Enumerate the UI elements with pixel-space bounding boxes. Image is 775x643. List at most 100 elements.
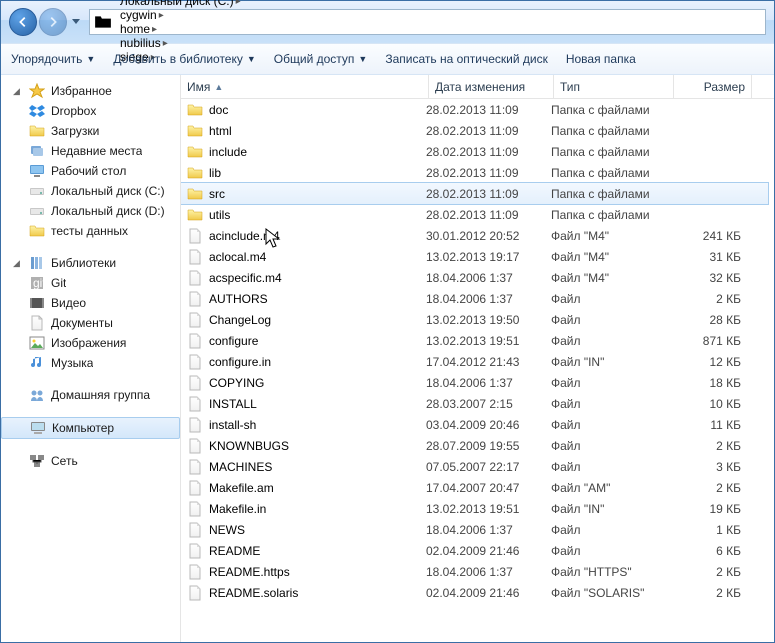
col-size[interactable]: Размер	[674, 75, 752, 98]
file-row[interactable]: install-sh03.04.2009 20:46Файл11 КБ	[181, 414, 768, 435]
sidebar-item[interactable]: Локальный диск (D:)	[1, 201, 180, 221]
forward-button[interactable]	[39, 8, 67, 36]
file-type: Папка с файлами	[551, 166, 671, 180]
file-date: 13.02.2013 19:17	[426, 250, 551, 264]
folder-icon	[187, 144, 203, 160]
file-type: Папка с файлами	[551, 145, 671, 159]
file-icon	[187, 333, 203, 349]
crumb[interactable]: home ▸	[116, 22, 245, 36]
crumb[interactable]: cygwin ▸	[116, 8, 245, 22]
col-date[interactable]: Дата изменения	[429, 75, 554, 98]
file-row[interactable]: src28.02.2013 11:09Папка с файлами	[181, 183, 768, 204]
sidebar-item[interactable]: тесты данных	[1, 221, 180, 241]
sidebar: ◢ИзбранноеDropboxЗагрузкиНедавние местаР…	[1, 75, 181, 642]
address-bar[interactable]: Компьютер ▸Локальный диск (C:) ▸cygwin ▸…	[89, 9, 766, 35]
file-name: Makefile.am	[209, 481, 274, 495]
sidebar-group[interactable]: Сеть	[1, 451, 180, 471]
file-size: 871 КБ	[671, 334, 749, 348]
sidebar-group[interactable]: Домашняя группа	[1, 385, 180, 405]
file-size: 19 КБ	[671, 502, 749, 516]
file-icon	[187, 354, 203, 370]
sidebar-item[interactable]: Недавние места	[1, 141, 180, 161]
file-type: Файл "SOLARIS"	[551, 586, 671, 600]
nav-history-drop[interactable]	[69, 8, 83, 36]
file-icon	[187, 249, 203, 265]
new-folder-button[interactable]: Новая папка	[566, 52, 636, 66]
file-row[interactable]: NEWS18.04.2006 1:37Файл1 КБ	[181, 519, 768, 540]
sidebar-item[interactable]: Музыка	[1, 353, 180, 373]
file-row[interactable]: include28.02.2013 11:09Папка с файлами	[181, 141, 768, 162]
file-row[interactable]: Makefile.in13.02.2013 19:51Файл "IN"19 К…	[181, 498, 768, 519]
sidebar-item[interactable]: Загрузки	[1, 121, 180, 141]
file-size: 2 КБ	[671, 481, 749, 495]
file-type: Файл "M4"	[551, 271, 671, 285]
file-name: INSTALL	[209, 397, 257, 411]
file-size: 18 КБ	[671, 376, 749, 390]
sidebar-item[interactable]: gitGit	[1, 273, 180, 293]
sidebar-item[interactable]: Изображения	[1, 333, 180, 353]
sidebar-item[interactable]: Dropbox	[1, 101, 180, 121]
file-date: 02.04.2009 21:46	[426, 544, 551, 558]
folder-icon	[94, 13, 112, 31]
sidebar-item[interactable]: Локальный диск (C:)	[1, 181, 180, 201]
col-type[interactable]: Тип	[554, 75, 674, 98]
file-row[interactable]: utils28.02.2013 11:09Папка с файлами	[181, 204, 768, 225]
file-row[interactable]: KNOWNBUGS28.07.2009 19:55Файл2 КБ	[181, 435, 768, 456]
file-row[interactable]: README.solaris02.04.2009 21:46Файл "SOLA…	[181, 582, 768, 603]
sidebar-group[interactable]: ◢Избранное	[1, 81, 180, 101]
file-size: 2 КБ	[671, 565, 749, 579]
file-type: Папка с файлами	[551, 124, 671, 138]
file-date: 17.04.2012 21:43	[426, 355, 551, 369]
file-row[interactable]: acspecific.m418.04.2006 1:37Файл "M4"32 …	[181, 267, 768, 288]
file-row[interactable]: MACHINES07.05.2007 22:17Файл3 КБ	[181, 456, 768, 477]
file-name: acspecific.m4	[209, 271, 282, 285]
file-row[interactable]: lib28.02.2013 11:09Папка с файлами	[181, 162, 768, 183]
file-type: Файл	[551, 292, 671, 306]
file-row[interactable]: ChangeLog13.02.2013 19:50Файл28 КБ	[181, 309, 768, 330]
file-row[interactable]: aclocal.m413.02.2013 19:17Файл "M4"31 КБ	[181, 246, 768, 267]
file-date: 13.02.2013 19:50	[426, 313, 551, 327]
file-type: Файл "AM"	[551, 481, 671, 495]
file-icon	[187, 228, 203, 244]
file-type: Файл	[551, 418, 671, 432]
file-icon	[187, 291, 203, 307]
file-name: README.https	[209, 565, 290, 579]
file-row[interactable]: README02.04.2009 21:46Файл6 КБ	[181, 540, 768, 561]
file-name: utils	[209, 208, 230, 222]
sidebar-item[interactable]: Видео	[1, 293, 180, 313]
file-date: 28.02.2013 11:09	[426, 208, 551, 222]
file-row[interactable]: configure13.02.2013 19:51Файл871 КБ	[181, 330, 768, 351]
file-name: MACHINES	[209, 460, 272, 474]
file-row[interactable]: html28.02.2013 11:09Папка с файлами	[181, 120, 768, 141]
file-row[interactable]: COPYING18.04.2006 1:37Файл18 КБ	[181, 372, 768, 393]
sidebar-item[interactable]: Рабочий стол	[1, 161, 180, 181]
file-list: doc28.02.2013 11:09Папка с файламиhtml28…	[181, 99, 774, 642]
file-date: 28.02.2013 11:09	[426, 166, 551, 180]
organize-button[interactable]: Упорядочить▼	[11, 52, 95, 66]
sidebar-item[interactable]: Документы	[1, 313, 180, 333]
file-row[interactable]: README.https18.04.2006 1:37Файл "HTTPS"2…	[181, 561, 768, 582]
file-size: 2 КБ	[671, 439, 749, 453]
share-button[interactable]: Общий доступ▼	[274, 52, 368, 66]
file-row[interactable]: Makefile.am17.04.2007 20:47Файл "AM"2 КБ	[181, 477, 768, 498]
crumb[interactable]: nubilius ▸	[116, 36, 245, 50]
file-row[interactable]: acinclude.m430.01.2012 20:52Файл "M4"241…	[181, 225, 768, 246]
sidebar-group[interactable]: Компьютер	[1, 417, 180, 439]
col-name[interactable]: Имя▲	[181, 75, 429, 98]
add-library-button[interactable]: Добавить в библиотеку▼	[113, 52, 255, 66]
file-row[interactable]: INSTALL28.03.2007 2:15Файл10 КБ	[181, 393, 768, 414]
file-row[interactable]: configure.in17.04.2012 21:43Файл "IN"12 …	[181, 351, 768, 372]
file-type: Файл "M4"	[551, 250, 671, 264]
file-row[interactable]: doc28.02.2013 11:09Папка с файлами	[181, 99, 768, 120]
file-type: Файл	[551, 376, 671, 390]
file-row[interactable]: AUTHORS18.04.2006 1:37Файл2 КБ	[181, 288, 768, 309]
file-date: 30.01.2012 20:52	[426, 229, 551, 243]
file-icon	[187, 480, 203, 496]
burn-button[interactable]: Записать на оптический диск	[385, 52, 548, 66]
back-button[interactable]	[9, 8, 37, 36]
file-icon	[187, 459, 203, 475]
file-date: 28.02.2013 11:09	[426, 124, 551, 138]
sidebar-group[interactable]: ◢Библиотеки	[1, 253, 180, 273]
crumb[interactable]: Локальный диск (C:) ▸	[116, 0, 245, 8]
file-size: 10 КБ	[671, 397, 749, 411]
